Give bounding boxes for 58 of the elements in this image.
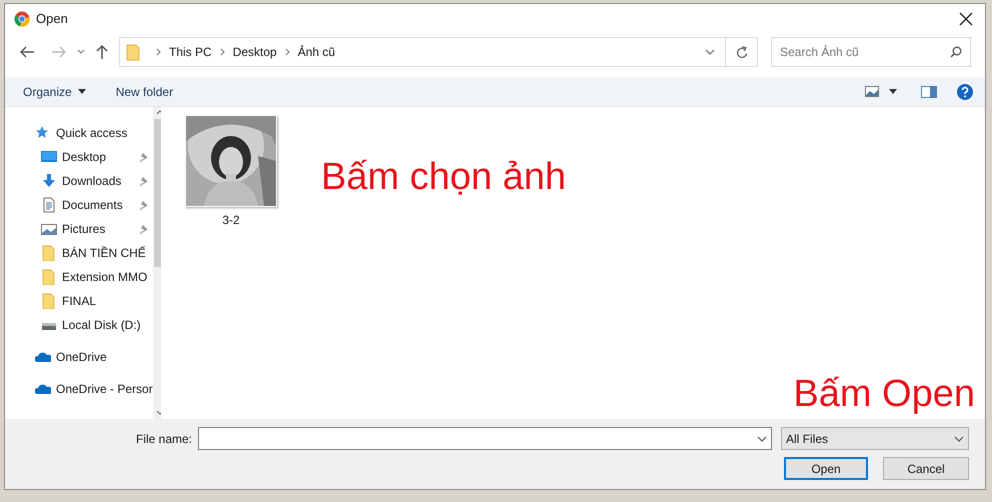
pin-icon[interactable] (140, 224, 149, 234)
sidebar-item[interactable]: Downloads (5, 169, 153, 193)
annotation-text: Bấm Open (793, 372, 975, 417)
view-image-icon[interactable] (865, 86, 879, 97)
up-arrow-icon[interactable] (95, 44, 109, 60)
sidebar-item[interactable]: OneDrive (5, 345, 153, 369)
chevron-right-icon (284, 48, 290, 56)
open-button[interactable]: Open (784, 457, 868, 480)
window-title: Open (36, 10, 68, 28)
file-type-dropdown[interactable]: All Files (781, 427, 969, 450)
picture-icon (41, 221, 57, 237)
download-arrow-icon (41, 173, 57, 189)
caret-icon[interactable] (889, 89, 897, 94)
back-arrow-icon[interactable] (19, 45, 35, 59)
annotation-text: Bấm chọn ảnh (321, 155, 566, 200)
preview-pane-icon[interactable] (921, 86, 937, 98)
sidebar-item[interactable]: Pictures (5, 217, 153, 241)
chevron-right-icon (156, 48, 161, 56)
sidebar-item[interactable]: Desktop (5, 145, 153, 169)
address-bar[interactable]: This PC Desktop Ảnh cũ (119, 37, 758, 67)
browser-logo-icon (14, 11, 30, 27)
dropdown-chevron-icon (954, 436, 964, 442)
folder-icon (41, 245, 57, 261)
pin-icon[interactable] (140, 176, 149, 186)
sidebar-item[interactable]: OneDrive - Persor (5, 377, 153, 401)
sidebar-item[interactable]: Documents (5, 193, 153, 217)
field-label: File name: (136, 430, 192, 448)
cancel-button[interactable]: Cancel (883, 457, 969, 480)
sidebar-item[interactable]: Quick access (5, 121, 153, 145)
file-name-field[interactable] (198, 427, 772, 450)
sidebar-item[interactable]: BÁN TIỀN CHẾ (5, 241, 153, 265)
breadcrumb[interactable]: Ảnh cũ (298, 43, 336, 61)
breadcrumb[interactable]: This PC (169, 43, 212, 61)
folder-icon (41, 293, 57, 309)
caret-icon (78, 89, 86, 94)
breadcrumb[interactable]: Desktop (232, 43, 277, 61)
sidebar-item[interactable]: FINAL (5, 289, 153, 313)
pin-icon[interactable] (140, 152, 149, 162)
chevron-down-icon[interactable] (77, 49, 85, 55)
search-icon[interactable] (950, 46, 962, 58)
dropdown-chevron-icon[interactable] (705, 49, 715, 55)
folder-icon (126, 44, 140, 60)
sidebar-item[interactable]: Extension MMO (5, 265, 153, 289)
close-icon[interactable] (959, 12, 973, 26)
help-icon[interactable] (957, 84, 973, 100)
folder-icon (41, 269, 57, 285)
new-folder-button[interactable]: New folder (116, 82, 174, 100)
chevron-right-icon (220, 48, 225, 56)
search-field[interactable]: Search Ảnh cũ (780, 43, 950, 61)
document-icon (41, 197, 57, 213)
organize-menu[interactable]: Organize (23, 82, 86, 100)
search-box[interactable]: Search Ảnh cũ (771, 37, 971, 67)
pin-icon[interactable] (140, 200, 149, 210)
file-name[interactable]: 3-2 (222, 211, 240, 229)
refresh-icon[interactable] (736, 46, 748, 58)
monitor-icon (41, 149, 57, 165)
sidebar-item[interactable]: Local Disk (D:) (5, 313, 153, 337)
dropdown-chevron-icon[interactable] (757, 436, 767, 442)
